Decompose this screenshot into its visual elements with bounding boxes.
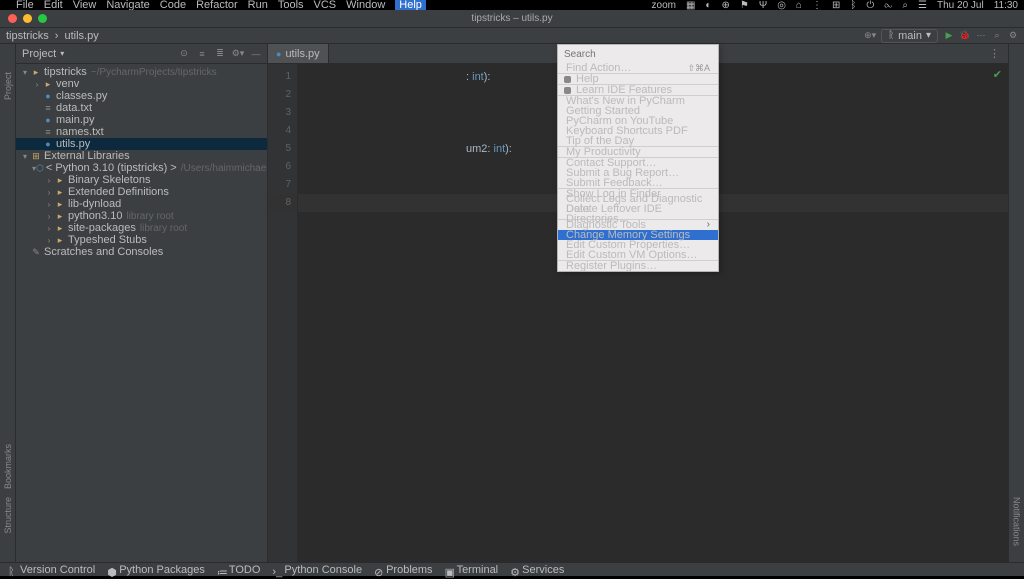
menubar-search-icon[interactable]: ⌕: [902, 0, 908, 11]
help-menu-item[interactable]: My Productivity: [558, 147, 718, 157]
project-tree[interactable]: ▾▸tipstricks~/PycharmProjects/tipstricks…: [16, 64, 267, 562]
menubar-icon[interactable]: ◎: [777, 0, 786, 11]
project-view-dropdown[interactable]: ▾: [60, 49, 64, 58]
menubar-icon[interactable]: ▦: [686, 0, 695, 11]
menubar-bluetooth-icon[interactable]: ᛒ: [850, 0, 856, 11]
breadcrumb-root[interactable]: tipstricks: [6, 30, 49, 42]
menubar-icon[interactable]: Ψ: [759, 0, 767, 11]
tree-row[interactable]: ›▸site-packageslibrary root: [16, 222, 267, 234]
add-config-icon[interactable]: ⊕▾: [865, 31, 875, 41]
collapse-all-icon[interactable]: ≣: [215, 49, 225, 59]
help-menu: Find Action…⇧⌘AHelpLearn IDE FeaturesWha…: [557, 44, 719, 272]
sb-python-packages[interactable]: ⬢Python Packages: [107, 564, 205, 576]
sb-services[interactable]: ⚙Services: [510, 564, 564, 576]
settings-icon[interactable]: ⚙: [1008, 31, 1018, 41]
menubar-icon[interactable]: ⊕: [721, 0, 729, 11]
menubar-icon[interactable]: ◐: [705, 0, 711, 11]
pycharm-window: tipstricks – utils.py tipstricks › utils…: [0, 10, 1024, 576]
tree-row[interactable]: ≡data.txt: [16, 102, 267, 114]
menubar-icon[interactable]: ⋮: [812, 0, 822, 11]
tabs-more[interactable]: ⋮: [981, 44, 1008, 63]
tree-row[interactable]: ▾⊞External Libraries: [16, 150, 267, 162]
menubar-icon[interactable]: ⚑: [740, 0, 749, 11]
tree-row[interactable]: ›▸lib-dynload: [16, 198, 267, 210]
left-tool-strip: Project Bookmarks Structure: [0, 44, 16, 562]
traffic-max[interactable]: [38, 14, 47, 23]
statusbar: ᚱVersion Control ⬢Python Packages ≔TODO …: [0, 562, 1024, 576]
help-menu-item[interactable]: Submit Feedback…: [558, 178, 718, 188]
tree-row[interactable]: ▾▸tipstricks~/PycharmProjects/tipstricks: [16, 66, 267, 78]
run-icon[interactable]: ▶: [944, 31, 954, 41]
tree-row[interactable]: ✎Scratches and Consoles: [16, 246, 267, 258]
help-menu-item[interactable]: Register Plugins…: [558, 261, 718, 271]
tool-project[interactable]: Project: [3, 72, 13, 100]
help-menu-item[interactable]: Tip of the Day: [558, 136, 718, 146]
tool-notifications[interactable]: Notifications: [1012, 497, 1022, 546]
project-pane: Project ▾ ⊙ ≡ ≣ ⚙▾ — ▾▸tipstricks~/Pycha…: [16, 44, 268, 562]
tree-row[interactable]: ≡names.txt: [16, 126, 267, 138]
help-search-input[interactable]: [564, 49, 712, 60]
git-branch[interactable]: ᚱ main ▾: [881, 29, 938, 43]
more-run-icon[interactable]: ⋯: [976, 31, 986, 41]
sb-vcs[interactable]: ᚱVersion Control: [8, 564, 95, 576]
line-gutter[interactable]: 12345678: [268, 64, 298, 562]
menubar-control-center-icon[interactable]: ☰: [918, 0, 927, 11]
hide-icon[interactable]: —: [251, 49, 261, 59]
tree-row[interactable]: ●main.py: [16, 114, 267, 126]
expand-all-icon[interactable]: ≡: [197, 49, 207, 59]
help-menu-item[interactable]: Edit Custom VM Options…: [558, 250, 718, 260]
tree-row[interactable]: ›▸Extended Definitions: [16, 186, 267, 198]
tree-row[interactable]: ›▸python3.10library root: [16, 210, 267, 222]
tree-row[interactable]: ›▸Binary Skeletons: [16, 174, 267, 186]
breadcrumb: tipstricks › utils.py ⊕▾ ᚱ main ▾ ▶ 🐞 ⋯ …: [0, 28, 1024, 44]
mac-menubar: PyCharm File Edit View Navigate Code Ref…: [0, 0, 1024, 10]
search-icon[interactable]: ⌕: [992, 31, 1002, 41]
project-pane-title[interactable]: Project: [22, 48, 56, 60]
menubar-zoom[interactable]: zoom: [652, 0, 676, 11]
sb-python-console[interactable]: ›_Python Console: [272, 564, 362, 576]
tree-row[interactable]: ●utils.py: [16, 138, 267, 150]
tree-row[interactable]: ›▸Typeshed Stubs: [16, 234, 267, 246]
sb-todo[interactable]: ≔TODO: [217, 564, 261, 576]
tree-row[interactable]: ›▸venv: [16, 78, 267, 90]
menubar-icon[interactable]: ⌂: [796, 0, 802, 11]
tab-utils[interactable]: ● utils.py: [268, 44, 329, 63]
menubar-icon[interactable]: ⊞: [832, 0, 840, 11]
traffic-close[interactable]: [8, 14, 17, 23]
breadcrumb-sep: ›: [55, 30, 59, 42]
help-menu-item[interactable]: Learn IDE Features: [558, 85, 718, 95]
gear-icon[interactable]: ⚙▾: [233, 49, 243, 59]
select-opened-file-icon[interactable]: ⊙: [179, 49, 189, 59]
traffic-min[interactable]: [23, 14, 32, 23]
right-tool-strip: Notifications: [1008, 44, 1024, 562]
tab-label: utils.py: [285, 48, 319, 60]
help-menu-item[interactable]: Find Action…⇧⌘A: [558, 63, 718, 73]
menubar-wifi-icon[interactable]: ⧜: [884, 0, 892, 11]
sb-terminal[interactable]: ▣Terminal: [445, 564, 499, 576]
breadcrumb-file[interactable]: utils.py: [64, 30, 98, 42]
help-menu-item[interactable]: Delete Leftover IDE Directories…: [558, 209, 718, 219]
sb-problems[interactable]: ⊘Problems: [374, 564, 432, 576]
tree-row[interactable]: ●classes.py: [16, 90, 267, 102]
debug-icon[interactable]: 🐞: [960, 31, 970, 41]
editor-area: ● utils.py ⋮ 12345678 : int): um2: int):: [268, 44, 1008, 562]
window-title: tipstricks – utils.py: [471, 13, 552, 24]
python-file-icon: ●: [276, 49, 281, 59]
tool-bookmarks[interactable]: Bookmarks: [3, 444, 13, 489]
menubar-time[interactable]: 11:30: [994, 0, 1018, 11]
tree-row[interactable]: ▾⬡< Python 3.10 (tipstricks) >/Users/hai…: [16, 162, 267, 174]
menubar-icon[interactable]: ⏻: [866, 0, 874, 11]
titlebar: tipstricks – utils.py: [0, 10, 1024, 28]
help-menu-item[interactable]: Help: [558, 74, 718, 84]
menubar-date[interactable]: Thu 20 Jul: [937, 0, 984, 11]
tool-structure[interactable]: Structure: [3, 497, 13, 534]
